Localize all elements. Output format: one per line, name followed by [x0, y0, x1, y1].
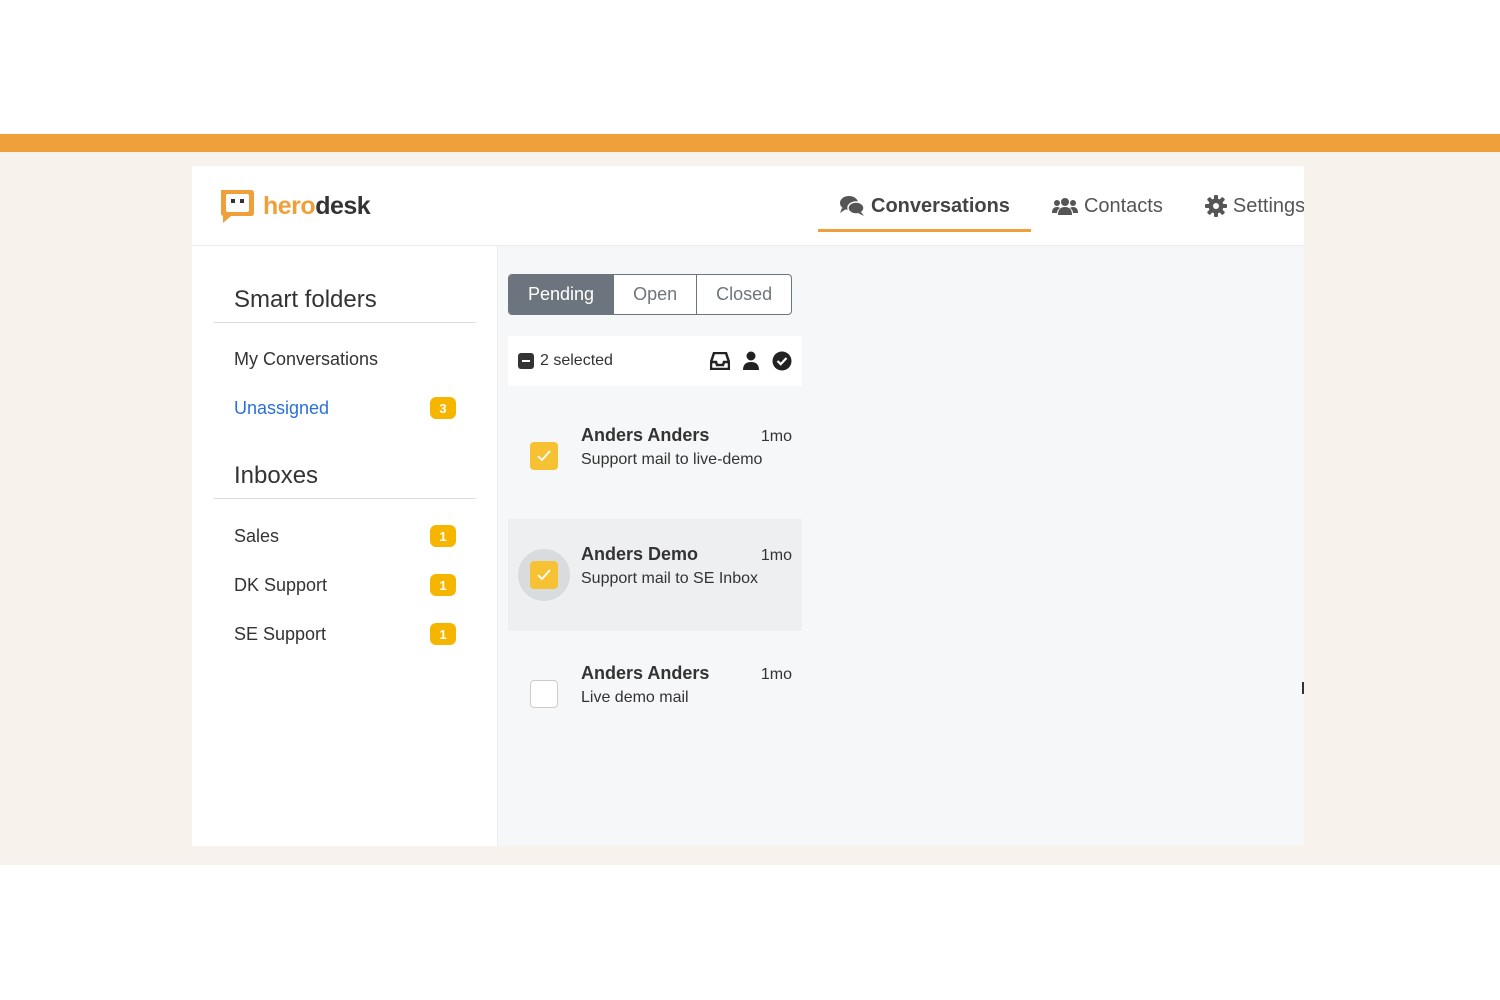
- logo-icon: [221, 190, 254, 223]
- divider: [214, 498, 476, 499]
- conversation-pane: Pending Open Closed 2 selected Anders An…: [498, 246, 1304, 846]
- comments-icon: [840, 196, 865, 216]
- status-filter: Pending Open Closed: [508, 274, 793, 315]
- inboxes-title: Inboxes: [234, 462, 319, 489]
- check-icon: [537, 450, 551, 462]
- row-checkbox[interactable]: [530, 442, 558, 470]
- nav-contacts-label: Contacts: [1083, 194, 1163, 217]
- inbox-icon[interactable]: [710, 352, 730, 370]
- select-all-checkbox[interactable]: [518, 353, 534, 369]
- row-checkbox[interactable]: [530, 561, 558, 589]
- conversation-row[interactable]: Anders Anders 1mo Live demo mail: [508, 638, 802, 750]
- page-backdrop: herodesk Conversations Contacts Settings…: [0, 134, 1500, 865]
- sidebar-item-label: DK Support: [234, 574, 328, 595]
- bulk-actions: [710, 351, 792, 371]
- check-circle-icon[interactable]: [772, 351, 792, 371]
- users-icon: [1051, 198, 1078, 215]
- nav-settings[interactable]: Settings: [1184, 166, 1304, 246]
- sidebar-item-label: SE Support: [234, 623, 327, 644]
- herodesk-logo[interactable]: herodesk: [217, 186, 371, 226]
- contact-name: Anders Anders: [581, 663, 710, 683]
- check-icon: [537, 569, 551, 581]
- divider: [214, 322, 476, 323]
- tab-closed[interactable]: Closed: [696, 275, 791, 314]
- row-checkbox-wrap: [518, 668, 570, 720]
- logo-text: herodesk: [263, 191, 371, 221]
- conversation-subject: Support mail to SE Inbox: [581, 570, 758, 587]
- nav-settings-label: Settings: [1232, 194, 1304, 217]
- text-cursor: [1302, 682, 1304, 694]
- count-badge: 3: [430, 397, 456, 419]
- timestamp: 1mo: [760, 666, 792, 683]
- sidebar-item-unassigned[interactable]: Unassigned 3: [234, 393, 456, 423]
- count-badge: 1: [430, 574, 456, 596]
- accent-bar: [0, 134, 1500, 152]
- tab-pending[interactable]: Pending: [509, 275, 614, 314]
- count-badge: 1: [430, 525, 456, 547]
- timestamp: 1mo: [760, 428, 792, 445]
- contact-name: Anders Anders: [581, 425, 710, 445]
- sidebar-item-sales[interactable]: Sales 1: [234, 521, 456, 551]
- selection-count: 2 selected: [540, 352, 613, 369]
- sidebar-item-label: Unassigned: [234, 397, 330, 418]
- sidebar-item-my-conversations[interactable]: My Conversations: [234, 344, 456, 374]
- row-checkbox-wrap: [518, 430, 570, 482]
- sidebar-item-dk-support[interactable]: DK Support 1: [234, 570, 456, 600]
- app-header: herodesk Conversations Contacts Settings: [192, 166, 1304, 246]
- timestamp: 1mo: [760, 547, 792, 564]
- sidebar: Smart folders My Conversations Unassigne…: [192, 246, 498, 846]
- main-nav: Conversations Contacts Settings: [818, 166, 1304, 246]
- conversation-subject: Support mail to live-demo: [581, 451, 763, 468]
- sidebar-item-label: Sales: [234, 525, 280, 546]
- row-checkbox[interactable]: [530, 680, 558, 708]
- nav-conversations[interactable]: Conversations: [818, 166, 1031, 246]
- gear-icon: [1204, 195, 1227, 217]
- sidebar-item-se-support[interactable]: SE Support 1: [234, 619, 456, 649]
- conversation-row[interactable]: Anders Anders 1mo Support mail to live-d…: [508, 400, 802, 512]
- app-window: herodesk Conversations Contacts Settings…: [192, 166, 1304, 846]
- conversation-subject: Live demo mail: [581, 689, 689, 706]
- nav-conversations-label: Conversations: [871, 194, 1010, 217]
- row-checkbox-wrap: [518, 549, 570, 601]
- user-icon[interactable]: [742, 351, 760, 371]
- smart-folders-title: Smart folders: [234, 286, 377, 313]
- selection-toolbar: 2 selected: [508, 336, 802, 386]
- count-badge: 1: [430, 623, 456, 645]
- conversation-row[interactable]: Anders Demo 1mo Support mail to SE Inbox: [508, 519, 802, 631]
- contact-name: Anders Demo: [581, 544, 699, 564]
- logo-desk: desk: [315, 191, 371, 220]
- tab-open[interactable]: Open: [613, 275, 696, 314]
- sidebar-item-label: My Conversations: [234, 348, 379, 369]
- logo-hero: hero: [263, 191, 316, 220]
- nav-contacts[interactable]: Contacts: [1031, 166, 1184, 246]
